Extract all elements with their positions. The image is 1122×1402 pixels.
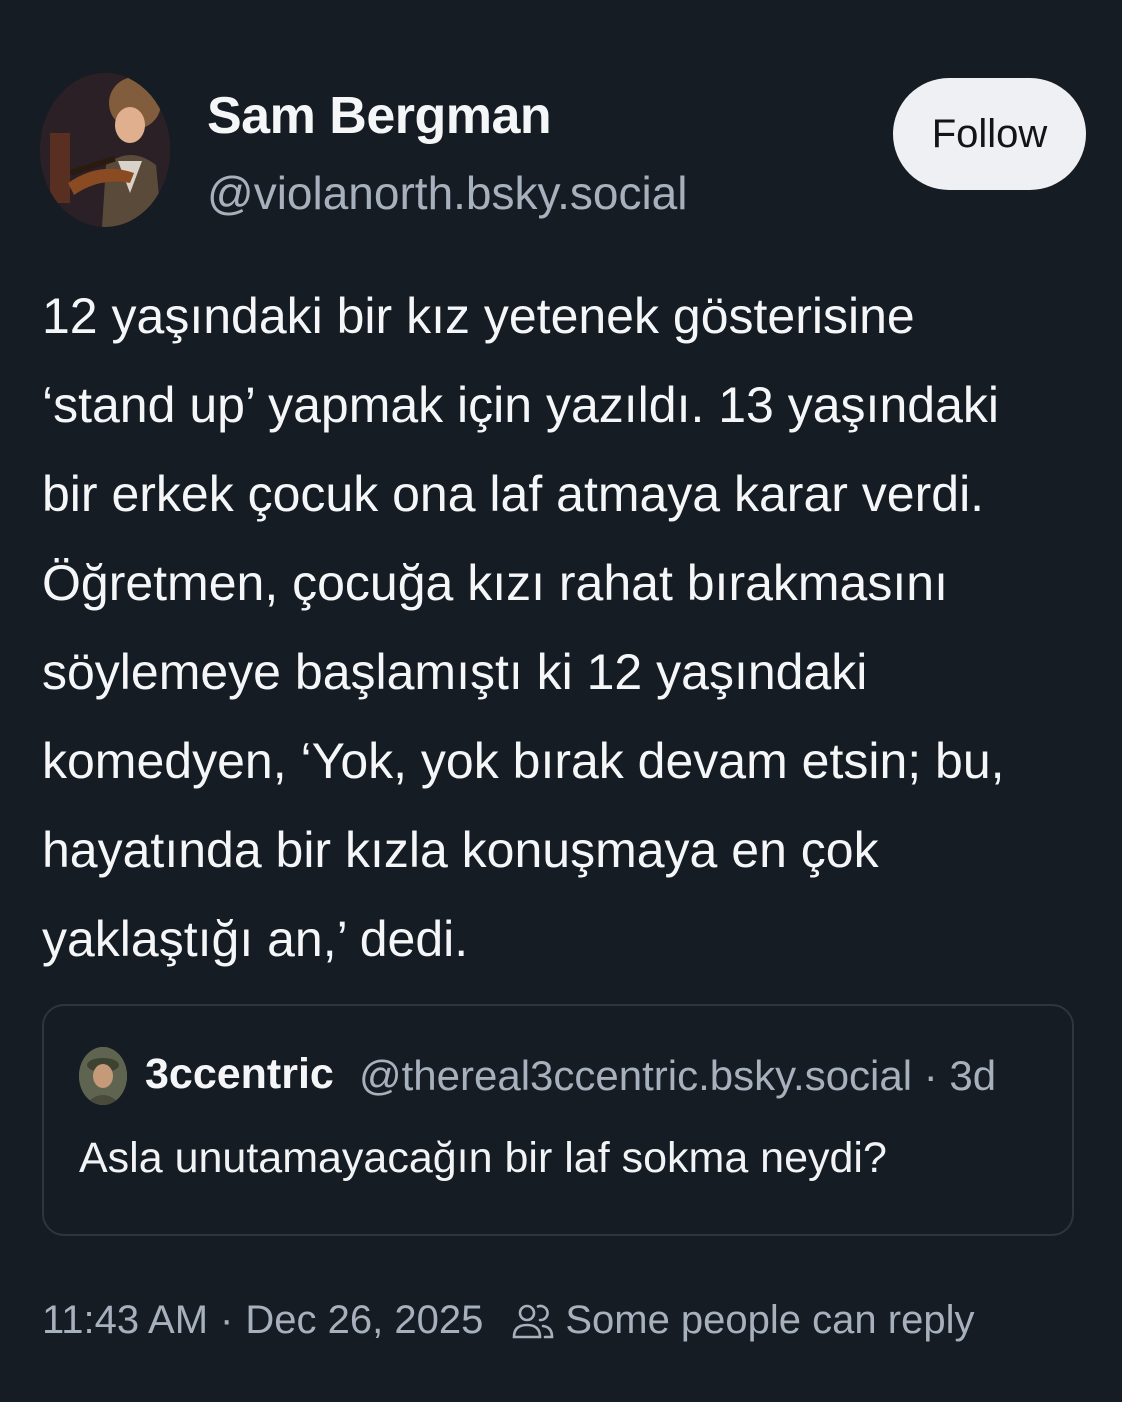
quoted-author-name[interactable]: 3ccentric xyxy=(145,1050,334,1099)
post-text-line: 12 yaşındaki bir kız yetenek gösterisine xyxy=(42,288,915,344)
quoted-author-meta: @thereal3ccentric.bsky.social · 3d xyxy=(359,1052,996,1100)
author-handle[interactable]: @violanorth.bsky.social xyxy=(207,166,687,220)
post-text-line: Öğretmen, çocuğa kızı rahat bırakmasını xyxy=(42,555,948,611)
footer-separator: · xyxy=(220,1298,234,1342)
post-text-line: yaklaştığı an,’ dedi. xyxy=(42,911,469,967)
meta-separator: · xyxy=(923,1052,938,1099)
post-text-line: hayatında bir kızla konuşmaya en çok xyxy=(42,822,879,878)
quoted-post-age: 3d xyxy=(949,1052,997,1099)
post-text-line: söylemeye başlamıştı ki 12 yaşındaki xyxy=(42,644,868,700)
post-footer: 11:43 AM · Dec 26, 2025 Some people can … xyxy=(42,1298,974,1343)
post-text: 12 yaşındaki bir kız yetenek gösterisine… xyxy=(42,272,1092,984)
post-time: 11:43 AM xyxy=(42,1298,209,1342)
author-display-name[interactable]: Sam Bergman xyxy=(207,86,552,146)
people-icon xyxy=(511,1299,555,1343)
post-date: Dec 26, 2025 xyxy=(245,1298,484,1342)
author-avatar[interactable] xyxy=(40,73,170,227)
quoted-author-avatar[interactable] xyxy=(79,1047,127,1105)
post-text-line: ‘stand up’ yapmak için yazıldı. 13 yaşın… xyxy=(42,377,999,433)
post-text-line: komedyen, ‘Yok, yok bırak devam etsin; b… xyxy=(42,733,1005,789)
quoted-post[interactable]: 3ccentric @thereal3ccentric.bsky.social … xyxy=(42,1004,1074,1236)
quoted-author-handle[interactable]: @thereal3ccentric.bsky.social xyxy=(359,1052,912,1099)
post-text-line: bir erkek çocuk ona laf atmaya karar ver… xyxy=(42,466,985,522)
quoted-post-text: Asla unutamayacağın bir laf sokma neydi? xyxy=(79,1134,887,1182)
follow-button[interactable]: Follow xyxy=(893,78,1086,190)
post-card: Sam Bergman @violanorth.bsky.social Foll… xyxy=(0,0,1122,1402)
reply-setting[interactable]: Some people can reply xyxy=(565,1298,974,1343)
